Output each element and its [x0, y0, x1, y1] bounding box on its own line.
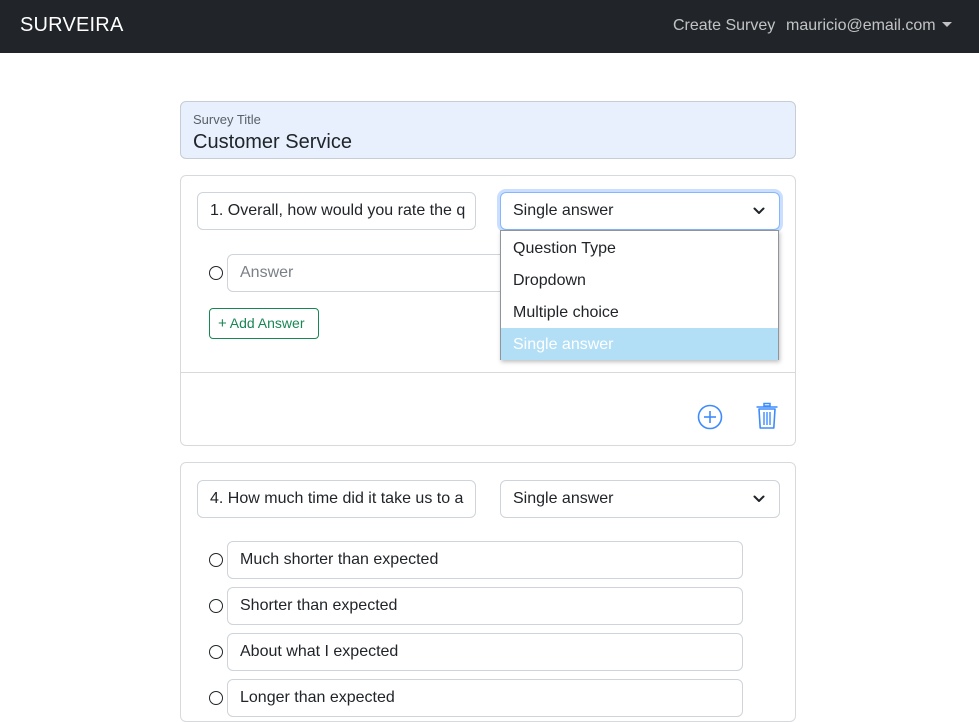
- dropdown-option-multiple-choice[interactable]: Multiple choice: [501, 296, 778, 328]
- question-type-dropdown-menu: Question Type Dropdown Multiple choice S…: [500, 230, 779, 360]
- answer-input[interactable]: Longer than expected: [227, 679, 743, 717]
- question-type-value: Single answer: [513, 202, 614, 219]
- trash-icon[interactable]: [755, 402, 779, 430]
- question-text-input[interactable]: 4. How much time did it take us to a: [197, 480, 476, 518]
- plus-icon: +: [218, 315, 227, 332]
- survey-title-label: Survey Title: [193, 112, 261, 127]
- card-divider: [181, 372, 795, 373]
- answer-radio[interactable]: [209, 599, 223, 613]
- survey-title-value[interactable]: Customer Service: [193, 131, 352, 154]
- chevron-down-icon: [753, 207, 765, 214]
- question-card: 4. How much time did it take us to a Sin…: [180, 462, 796, 722]
- add-answer-label: Add Answer: [229, 315, 305, 331]
- user-menu-toggle[interactable]: mauricio@email.com: [786, 17, 952, 35]
- answer-input[interactable]: Much shorter than expected: [227, 541, 743, 579]
- top-navbar: SURVEIRA Create Survey mauricio@email.co…: [0, 0, 979, 53]
- dropdown-option-single-answer[interactable]: Single answer: [501, 328, 778, 360]
- question-type-select[interactable]: Single answer: [500, 480, 780, 518]
- user-email: mauricio@email.com: [786, 17, 936, 34]
- create-survey-link[interactable]: Create Survey: [673, 17, 775, 35]
- dropdown-option-question-type[interactable]: Question Type: [501, 232, 778, 264]
- question-type-select[interactable]: Single answer: [500, 192, 780, 230]
- plus-circle-icon[interactable]: [697, 404, 723, 430]
- answer-radio[interactable]: [209, 266, 223, 280]
- chevron-down-icon: [753, 495, 765, 502]
- dropdown-option-dropdown[interactable]: Dropdown: [501, 264, 778, 296]
- question-type-value: Single answer: [513, 490, 614, 507]
- survey-title-field[interactable]: Survey Title Customer Service: [180, 101, 796, 159]
- add-answer-button[interactable]: + Add Answer: [209, 308, 319, 339]
- answer-radio[interactable]: [209, 553, 223, 567]
- answer-radio[interactable]: [209, 645, 223, 659]
- answer-input[interactable]: Shorter than expected: [227, 587, 743, 625]
- caret-down-icon: [941, 22, 952, 27]
- brand-logo[interactable]: SURVEIRA: [20, 14, 124, 37]
- question-text-input[interactable]: 1. Overall, how would you rate the q: [197, 192, 476, 230]
- answer-input[interactable]: About what I expected: [227, 633, 743, 671]
